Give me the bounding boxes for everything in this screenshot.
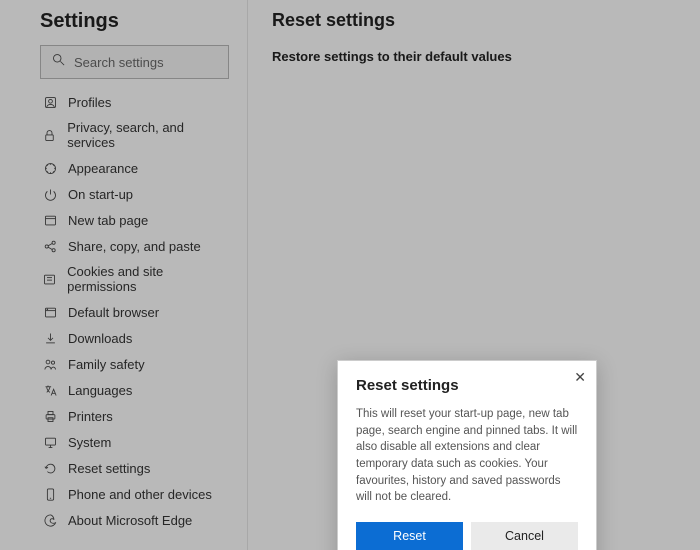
dialog-title: Reset settings [356,377,578,394]
reset-dialog: ✕ Reset settings This will reset your st… [337,360,597,550]
reset-button[interactable]: Reset [356,522,463,550]
settings-app: Settings Profiles Privacy, search, and s… [0,0,700,550]
dialog-actions: Reset Cancel [356,522,578,550]
dialog-body: This will reset your start-up page, new … [356,406,578,506]
close-icon[interactable]: ✕ [574,369,586,386]
cancel-button[interactable]: Cancel [471,522,578,550]
